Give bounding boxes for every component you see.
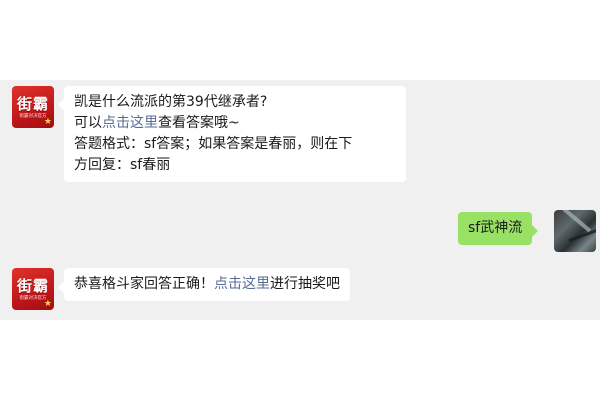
brand-subtitle: 街霸对决官方 (19, 112, 47, 119)
chat-area: 街霸 街霸对决官方 ★ 凯是什么流派的第39代继承者? 可以点击这里查看答案哦~… (0, 80, 600, 320)
brand-logo-icon: 街霸 (16, 276, 49, 295)
congrats-prefix: 恭喜格斗家回答正确！ (74, 276, 214, 292)
message-bubble-question: 凯是什么流派的第39代继承者? 可以点击这里查看答案哦~ 答题格式：sf答案；如… (58, 86, 406, 182)
star-icon: ★ (43, 117, 52, 127)
avatar-photo-detail (568, 228, 596, 243)
message-bubble-congrats: 恭喜格斗家回答正确！点击这里进行抽奖吧 (58, 268, 350, 301)
answer-link[interactable]: 点击这里 (102, 115, 158, 131)
official-account-avatar-2[interactable]: 街霸 街霸对决官方 ★ (12, 268, 54, 310)
hint-prefix: 可以 (74, 115, 102, 131)
brand-subtitle: 街霸对决官方 (19, 294, 47, 301)
congrats-line: 恭喜格斗家回答正确！点击这里进行抽奖吧 (74, 274, 340, 295)
user-avatar-photo (562, 210, 592, 233)
hint-suffix: 查看答案哦~ (158, 115, 240, 131)
question-text: 凯是什么流派的第39代继承者? (74, 94, 268, 110)
user-avatar[interactable] (554, 210, 596, 252)
congrats-suffix: 进行抽奖吧 (270, 276, 340, 292)
format-text-line2: 方回复：sf春丽 (74, 157, 171, 173)
format-text-line1: 答题格式：sf答案；如果答案是春丽，则在下 (74, 136, 353, 152)
official-account-avatar[interactable]: 街霸 街霸对决官方 ★ (12, 86, 54, 128)
lottery-link[interactable]: 点击这里 (214, 276, 270, 292)
message-bubble-user-reply: sf武神流 (458, 212, 539, 245)
star-icon: ★ (43, 299, 52, 309)
brand-logo-icon: 街霸 (16, 94, 49, 113)
user-reply-text: sf武神流 (468, 220, 523, 236)
hint-line: 可以点击这里查看答案哦~ (74, 113, 396, 134)
